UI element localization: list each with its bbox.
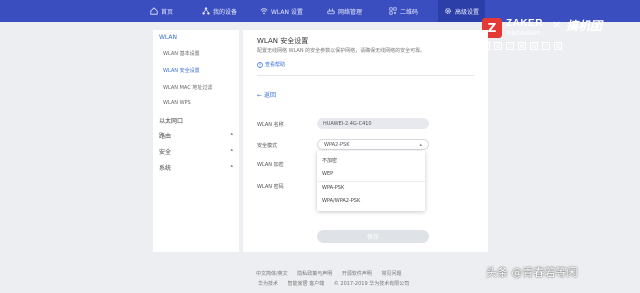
sidebar-item-wlan-wps[interactable]: WLAN WPS [163, 100, 191, 106]
nav-qr-code[interactable]: 二维码 [389, 0, 418, 22]
zaker-subtitle: 专属的新闻APP [506, 31, 541, 37]
sidebar-item-wlan-security[interactable]: WLAN 安全设置 [163, 67, 200, 74]
sidebar-item-wlan-basic[interactable]: WLAN 基本设置 [163, 50, 200, 57]
chevron-up-icon: ▴ [419, 141, 422, 148]
back-link[interactable]: ← 返回 [257, 90, 276, 99]
logo-strip-char: 维 [518, 42, 526, 50]
footer-links: 中文简体/英文 隐私政策与声明 开源软件声明 常见问题 [256, 270, 410, 277]
nav-wlan-settings[interactable]: WLAN 设置 [260, 0, 303, 22]
qr-icon [389, 7, 397, 15]
arrow-left-icon: ← [257, 92, 263, 99]
watermark-credit: 头条 @青春若等闲 [486, 266, 578, 279]
footer-copyright: 华为技术 智能家居 客户端 © 2017-2019 华为技术有限公司 [258, 280, 417, 287]
zaker-title: ZAKER [506, 18, 543, 29]
chevron-up-icon[interactable]: ▴ [230, 131, 233, 137]
sidebar-item-ethernet[interactable]: 以太网口 [159, 116, 183, 125]
security-mode-value: WPA2-PSK [324, 141, 350, 148]
network-icon [202, 7, 210, 15]
logo-cross: × [552, 18, 562, 31]
page-title: WLAN 安全设置 [257, 37, 309, 45]
help-link[interactable]: 查看帮助 [257, 61, 285, 68]
dropdown-option-wpa-psk[interactable]: WPA-PSK [322, 185, 344, 191]
page-description: 配置无线网络 WLAN 的安全参数以保护网络，请确保无线网络的安全可靠。 [257, 48, 426, 54]
logo-strip-char: 闻 [494, 42, 502, 50]
logo-strip-char: 下 [542, 42, 550, 50]
zaker-watermark-logo: Z ZAKER 专属的新闻APP × 搞机团 新 闻 二 维 码 下 载 [478, 16, 638, 54]
nav-home-label: 首页 [161, 8, 174, 16]
home-icon [150, 7, 158, 15]
security-mode-select[interactable]: WPA2-PSK ▴ [317, 139, 429, 150]
footer-link-huawei[interactable]: 华为技术 [258, 281, 278, 287]
dropdown-option-none[interactable]: 不加密 [322, 157, 337, 164]
nav-wlan-settings-label: WLAN 设置 [271, 8, 303, 16]
sidebar-item-wlan[interactable]: WLAN [159, 34, 177, 41]
wifi-icon [260, 8, 268, 15]
router-icon [327, 8, 335, 15]
copyright-text: © 2017-2019 华为技术有限公司 [333, 281, 410, 287]
nav-qr-code-label: 二维码 [400, 8, 419, 16]
sidebar-item-security[interactable]: 安全 [159, 147, 171, 156]
divider [257, 75, 474, 76]
logo-strip-char: 二 [506, 42, 514, 50]
chevron-up-icon[interactable]: ▴ [230, 163, 233, 169]
dropdown-option-wep[interactable]: WEP [322, 171, 333, 177]
footer-link-open-source[interactable]: 开源软件声明 [342, 271, 372, 277]
footer-link-language[interactable]: 中文简体/英文 [256, 271, 288, 277]
chevron-up-icon[interactable]: ▴ [230, 147, 233, 153]
encryption-label: WLAN 加密 [257, 162, 284, 168]
footer-link-faq[interactable]: 常见问题 [382, 271, 402, 277]
logo-strip: 新 闻 二 维 码 下 载 [482, 42, 562, 50]
ssid-label: WLAN 名称 [257, 122, 284, 128]
nav-network-management[interactable]: 网络管理 [327, 0, 362, 22]
back-link-label: 返回 [263, 92, 276, 99]
security-mode-dropdown: 不加密 WEP WPA-PSK WPA/WPA2-PSK [317, 151, 425, 211]
logo-strip-char: 码 [530, 42, 538, 50]
nav-my-devices-label: 我的设备 [213, 8, 238, 16]
brand-name: 搞机团 [566, 19, 603, 33]
footer-link-app[interactable]: 智能家居 客户端 [288, 281, 325, 287]
ssid-value: HUAWEI-2.4G-C410 [323, 120, 372, 127]
logo-strip-char: 载 [554, 42, 562, 50]
dropdown-option-wpa-wpa2-psk[interactable]: WPA/WPA2-PSK [322, 198, 360, 204]
sidebar: WLAN WLAN 基本设置 WLAN 安全设置 WLAN MAC 地址过滤 W… [153, 30, 239, 252]
help-link-label: 查看帮助 [265, 62, 286, 68]
nav-network-management-label: 网络管理 [338, 8, 363, 16]
nav-advanced-settings-label: 高级设置 [455, 8, 480, 16]
gear-icon [445, 8, 451, 14]
ssid-field[interactable]: HUAWEI-2.4G-C410 [317, 118, 429, 129]
security-mode-label: 安全模式 [257, 143, 278, 149]
dropdown-divider [317, 181, 425, 182]
nav-home[interactable]: 首页 [150, 0, 173, 22]
sidebar-item-routing[interactable]: 路由 [159, 131, 171, 140]
nav-my-devices[interactable]: 我的设备 [202, 0, 237, 22]
sidebar-item-system[interactable]: 系统 [159, 163, 171, 172]
sidebar-item-wlan-mac-filter[interactable]: WLAN MAC 地址过滤 [163, 84, 212, 91]
help-icon [257, 61, 263, 68]
main-panel: WLAN 安全设置 配置无线网络 WLAN 的安全参数以保护网络，请确保无线网络… [243, 30, 488, 252]
footer-link-privacy[interactable]: 隐私政策与声明 [297, 271, 332, 277]
password-label: WLAN 密码 [257, 184, 284, 190]
save-button[interactable]: 保存 [317, 230, 429, 243]
